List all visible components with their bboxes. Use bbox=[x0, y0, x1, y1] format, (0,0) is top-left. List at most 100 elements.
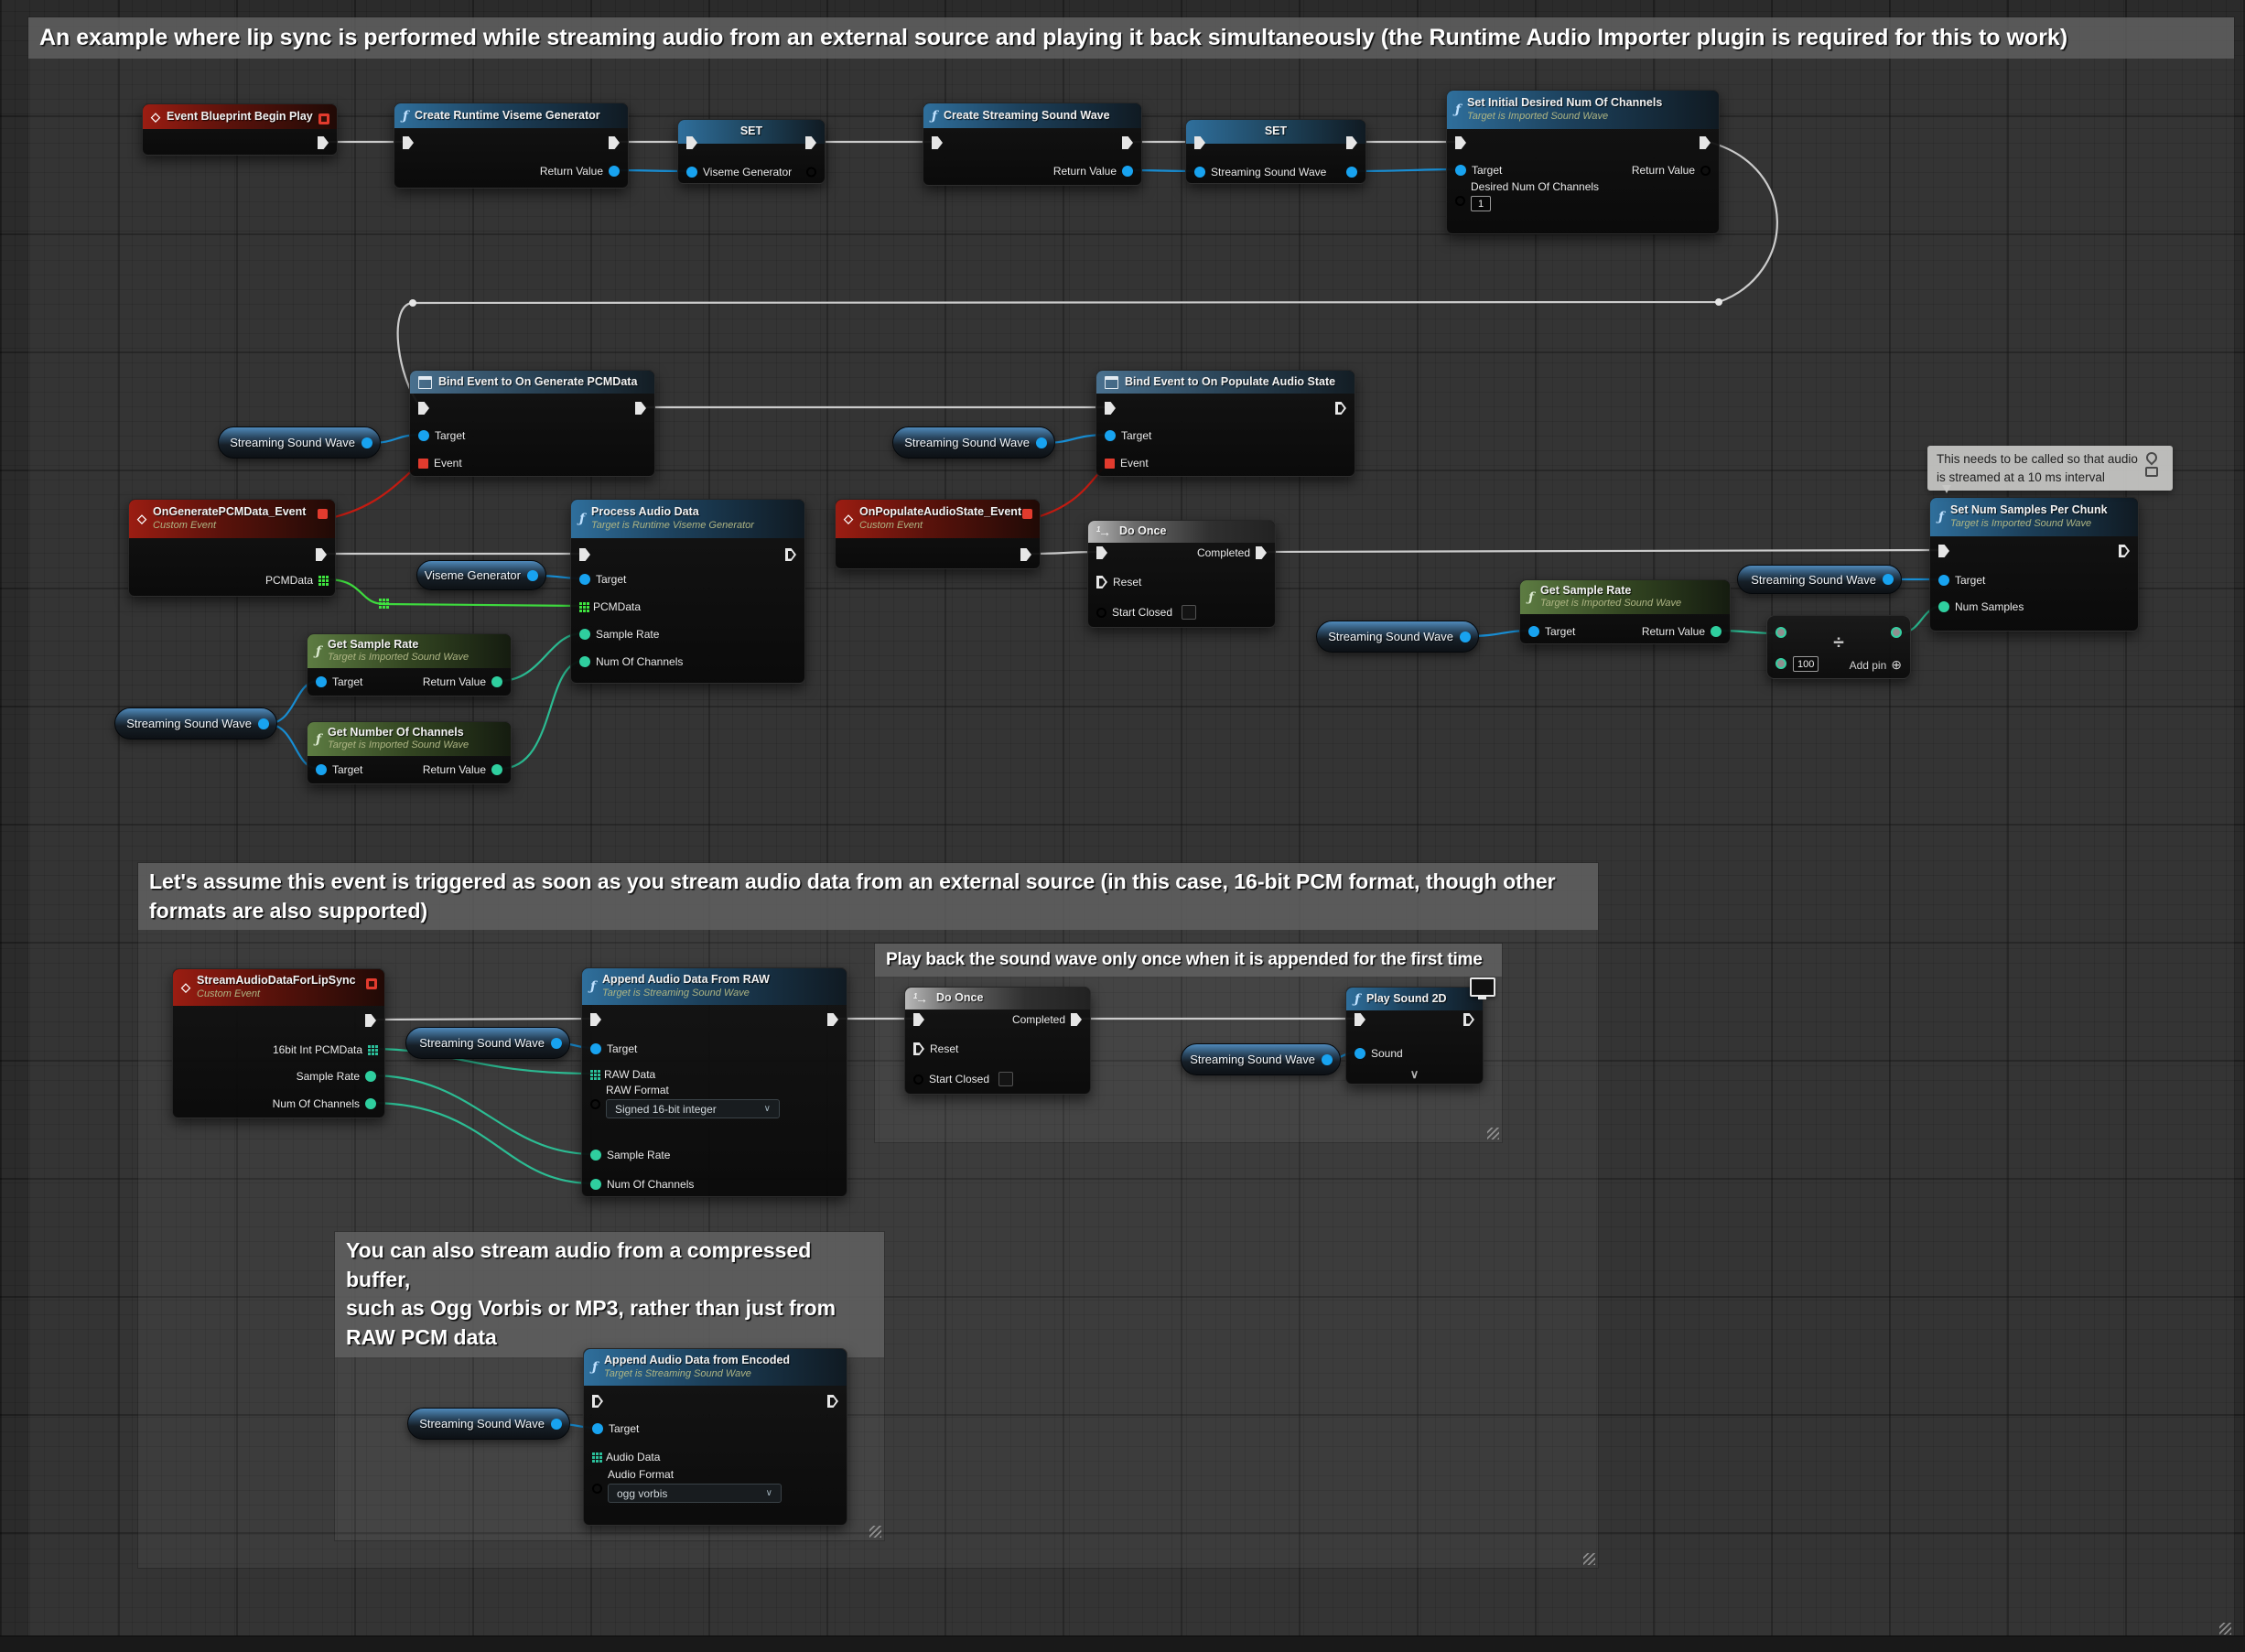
variable-getter-streaming-sound-wave[interactable]: Streaming Sound Wave bbox=[892, 426, 1055, 459]
exec-out-pin[interactable] bbox=[805, 136, 816, 149]
target-pin[interactable] bbox=[590, 1043, 601, 1054]
return-value-pin[interactable] bbox=[1700, 166, 1711, 176]
create-streaming-sound-wave[interactable]: ƒCreate Streaming Sound WaveReturn Value bbox=[923, 103, 1142, 186]
delegate-pin[interactable] bbox=[318, 509, 328, 519]
set-num-samples-per-chunk[interactable]: ƒSet Num Samples Per ChunkTarget is Impo… bbox=[1929, 497, 2139, 632]
pcmdata-pin[interactable] bbox=[318, 576, 321, 578]
exec-in-pin[interactable] bbox=[1455, 136, 1466, 149]
sample-rate-pin[interactable] bbox=[365, 1071, 376, 1082]
onpopulate-audiostate-event[interactable]: ◇OnPopulateAudioState_EventCustom Event bbox=[835, 499, 1041, 569]
sample-rate-pin[interactable] bbox=[579, 629, 590, 640]
start-closed-pin[interactable] bbox=[913, 1074, 923, 1085]
blueprint-graph-canvas[interactable]: An example where lip sync is performed w… bbox=[0, 0, 2245, 1652]
exec-out-pin[interactable] bbox=[1346, 136, 1357, 149]
divide-output-pin[interactable] bbox=[1891, 627, 1902, 638]
divide-value-input[interactable]: 100 bbox=[1793, 656, 1819, 672]
return-value-pin[interactable] bbox=[491, 764, 502, 775]
target-pin[interactable] bbox=[316, 676, 327, 687]
exec-out-pin[interactable] bbox=[1122, 136, 1133, 149]
variable-getter-streaming-sound-wave[interactable]: Streaming Sound Wave bbox=[1181, 1043, 1341, 1075]
exec-in-pin[interactable] bbox=[403, 136, 414, 149]
target-pin[interactable] bbox=[592, 1423, 603, 1434]
event-pin[interactable] bbox=[1105, 459, 1115, 469]
return-value-pin[interactable] bbox=[609, 166, 620, 177]
set-streaming-sound-wave[interactable]: SETStreaming Sound Wave bbox=[1185, 119, 1366, 184]
divide-node[interactable]: 100 ÷ Add pin ⊕ bbox=[1766, 615, 1911, 679]
process-audio-data[interactable]: ƒProcess Audio DataTarget is Runtime Vis… bbox=[570, 499, 805, 684]
exec-out-pin[interactable] bbox=[318, 136, 329, 149]
exec-out-pin[interactable] bbox=[1463, 1013, 1474, 1026]
get-sample-rate-2[interactable]: ƒGet Sample RateTarget is Imported Sound… bbox=[1519, 579, 1731, 644]
sample-rate-pin[interactable] bbox=[590, 1150, 601, 1161]
divide-input-b-pin[interactable] bbox=[1775, 658, 1786, 669]
output-pin[interactable] bbox=[551, 1038, 562, 1049]
do-once-1[interactable]: 1→Do OnceCompletedResetStart Closed bbox=[1087, 520, 1276, 628]
num-of-channels-pin[interactable] bbox=[365, 1098, 376, 1109]
get-sample-rate-1[interactable]: ƒGet Sample RateTarget is Imported Sound… bbox=[307, 633, 512, 696]
sound-pin[interactable] bbox=[1355, 1048, 1365, 1059]
exec-out-pin[interactable] bbox=[1335, 402, 1346, 415]
get-number-of-channels[interactable]: ƒGet Number Of ChannelsTarget is Importe… bbox=[307, 721, 512, 784]
exec-in-pin[interactable] bbox=[1355, 1013, 1365, 1026]
exec-out-pin[interactable] bbox=[2119, 545, 2130, 557]
num-of-channels-pin[interactable] bbox=[579, 656, 590, 667]
exec-out-pin[interactable] bbox=[1020, 548, 1031, 561]
raw-format-dropdown[interactable]: Signed 16-bit integer∨ bbox=[606, 1099, 780, 1118]
exec-out-pin[interactable] bbox=[827, 1395, 838, 1408]
exec-in-pin[interactable] bbox=[1105, 402, 1116, 415]
reset-pin[interactable] bbox=[913, 1042, 924, 1055]
delegate-pin[interactable] bbox=[1022, 509, 1032, 519]
start-closed-pin[interactable] bbox=[1096, 608, 1106, 618]
output-pin[interactable] bbox=[258, 718, 269, 729]
set-viseme-generator[interactable]: SETViseme Generator bbox=[677, 119, 826, 184]
append-audio-data-from-encoded[interactable]: ƒAppend Audio Data from EncodedTarget is… bbox=[583, 1348, 847, 1526]
audio-format-dropdown[interactable]: ogg vorbis∨ bbox=[608, 1484, 782, 1503]
output-pin[interactable] bbox=[1883, 574, 1894, 585]
return-value-pin[interactable] bbox=[491, 676, 502, 687]
event-begin-play[interactable]: ◇Event Blueprint Begin Play bbox=[142, 103, 338, 156]
create-runtime-viseme-generator[interactable]: ƒCreate Runtime Viseme GeneratorReturn V… bbox=[394, 103, 629, 189]
target-pin[interactable] bbox=[1105, 430, 1116, 441]
reroute-array-node[interactable] bbox=[379, 599, 382, 601]
return-value-pin[interactable] bbox=[1122, 166, 1133, 177]
bind-event-on-generate-pcmdata[interactable]: Bind Event to On Generate PCMDataTargetE… bbox=[409, 370, 655, 477]
start-closed-checkbox[interactable] bbox=[998, 1072, 1013, 1086]
return-value-pin[interactable] bbox=[1711, 626, 1722, 637]
do-once-2[interactable]: 1→Do OnceCompletedResetStart Closed bbox=[904, 987, 1091, 1095]
raw-data-pin[interactable] bbox=[590, 1070, 593, 1073]
delegate-pin[interactable] bbox=[366, 978, 377, 989]
target-pin[interactable] bbox=[579, 574, 590, 585]
output-pin[interactable] bbox=[1322, 1054, 1333, 1065]
reroute-node[interactable] bbox=[409, 299, 416, 307]
variable-getter-streaming-sound-wave[interactable]: Streaming Sound Wave bbox=[218, 426, 381, 459]
exec-out-pin[interactable] bbox=[316, 548, 327, 561]
reset-pin[interactable] bbox=[1096, 576, 1107, 588]
completed-pin[interactable] bbox=[1071, 1013, 1082, 1026]
stream-audio-data-for-lipsync-event[interactable]: ◇StreamAudioDataForLipSyncCustom Event16… bbox=[172, 968, 385, 1118]
16bit-int-pcmdata-pin[interactable] bbox=[368, 1045, 371, 1048]
exec-out-pin[interactable] bbox=[785, 548, 796, 561]
exec-out-pin[interactable] bbox=[806, 167, 816, 178]
raw-format-pin[interactable] bbox=[590, 1099, 600, 1109]
num-of-channels-pin[interactable] bbox=[590, 1179, 601, 1190]
output-pin[interactable] bbox=[362, 437, 372, 448]
exec-out-pin[interactable] bbox=[609, 136, 620, 149]
exec-in-pin[interactable] bbox=[590, 1013, 601, 1026]
delegate-pin[interactable] bbox=[318, 113, 329, 124]
exec-in-pin[interactable] bbox=[913, 1013, 924, 1026]
add-pin-button[interactable]: Add pin ⊕ bbox=[1850, 657, 1902, 673]
audio-data-pin[interactable] bbox=[592, 1452, 595, 1455]
exec-in-pin[interactable] bbox=[579, 548, 590, 561]
pcmdata-pin[interactable] bbox=[579, 602, 582, 605]
streaming-sound-wave-pin[interactable] bbox=[1194, 167, 1205, 178]
target-pin[interactable] bbox=[316, 764, 327, 775]
exec-in-pin[interactable] bbox=[1096, 546, 1107, 559]
variable-getter-streaming-sound-wave[interactable]: Streaming Sound Wave bbox=[1316, 621, 1479, 653]
variable-getter-streaming-sound-wave[interactable]: Streaming Sound Wave bbox=[114, 707, 277, 740]
exec-in-pin[interactable] bbox=[592, 1395, 603, 1408]
divide-input-a-pin[interactable] bbox=[1775, 627, 1786, 638]
audio-format-pin[interactable] bbox=[592, 1484, 602, 1494]
bind-event-on-populate-audio-state[interactable]: Bind Event to On Populate Audio StateTar… bbox=[1096, 370, 1355, 477]
event-pin[interactable] bbox=[418, 459, 428, 469]
exec-in-pin[interactable] bbox=[686, 136, 697, 149]
